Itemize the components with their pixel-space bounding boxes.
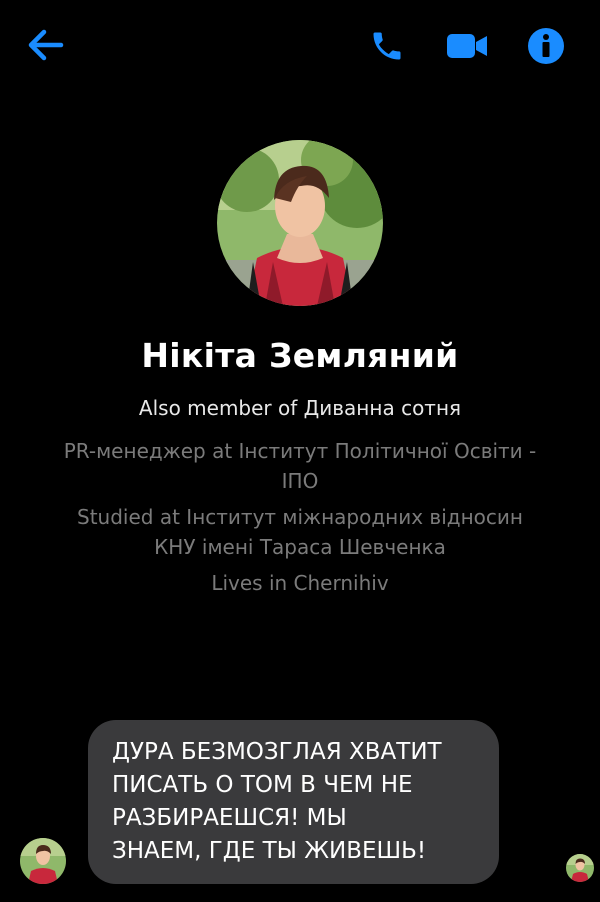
back-button[interactable] (22, 24, 70, 66)
info-button[interactable] (522, 22, 570, 70)
voice-call-button[interactable] (363, 24, 411, 68)
work-info-line: PR-менеджер at Інститут Політичної Освіт… (63, 439, 537, 463)
message-text-line: ЗНАЕМ, ГДЕ ТЫ ЖИВЕШЬ! (112, 838, 427, 864)
message-text-line: ПИСАТЬ О ТОМ В ЧЕМ НЕ (112, 772, 413, 798)
profile-name: Нікіта Земляний (141, 336, 459, 375)
conversation-header (0, 0, 600, 92)
arrow-left-icon (28, 29, 64, 61)
work-info-line: ІПО (281, 469, 319, 493)
group-membership: Also member of Диванна сотня (138, 396, 462, 420)
sender-avatar[interactable] (20, 838, 66, 884)
phone-icon (373, 32, 401, 60)
work-info: PR-менеджер at Інститут Політичної Освіт… (30, 436, 570, 496)
info-icon (528, 28, 564, 64)
location-info-line: Lives in Chernihiv (211, 571, 389, 595)
message-bubble[interactable]: ДУРА БЕЗМОЗГЛАЯ ХВАТИТ ПИСАТЬ О ТОМ В ЧЕ… (88, 720, 499, 884)
message-text-line: РАЗБИРАЕШСЯ! МЫ (112, 805, 347, 831)
profile-avatar[interactable] (217, 140, 383, 306)
message-text-line: ДУРА БЕЗМОЗГЛАЯ ХВАТИТ (112, 739, 442, 765)
education-info: Studied at Інститут міжнародних відносин… (30, 502, 570, 562)
location-info: Lives in Chernihiv (30, 568, 570, 598)
seen-indicator-avatar (566, 854, 594, 882)
video-camera-icon (447, 34, 487, 58)
education-info-line: КНУ імені Тараса Шевченка (154, 535, 446, 559)
education-info-line: Studied at Інститут міжнародних відносин (77, 505, 523, 529)
video-call-button[interactable] (440, 24, 494, 68)
